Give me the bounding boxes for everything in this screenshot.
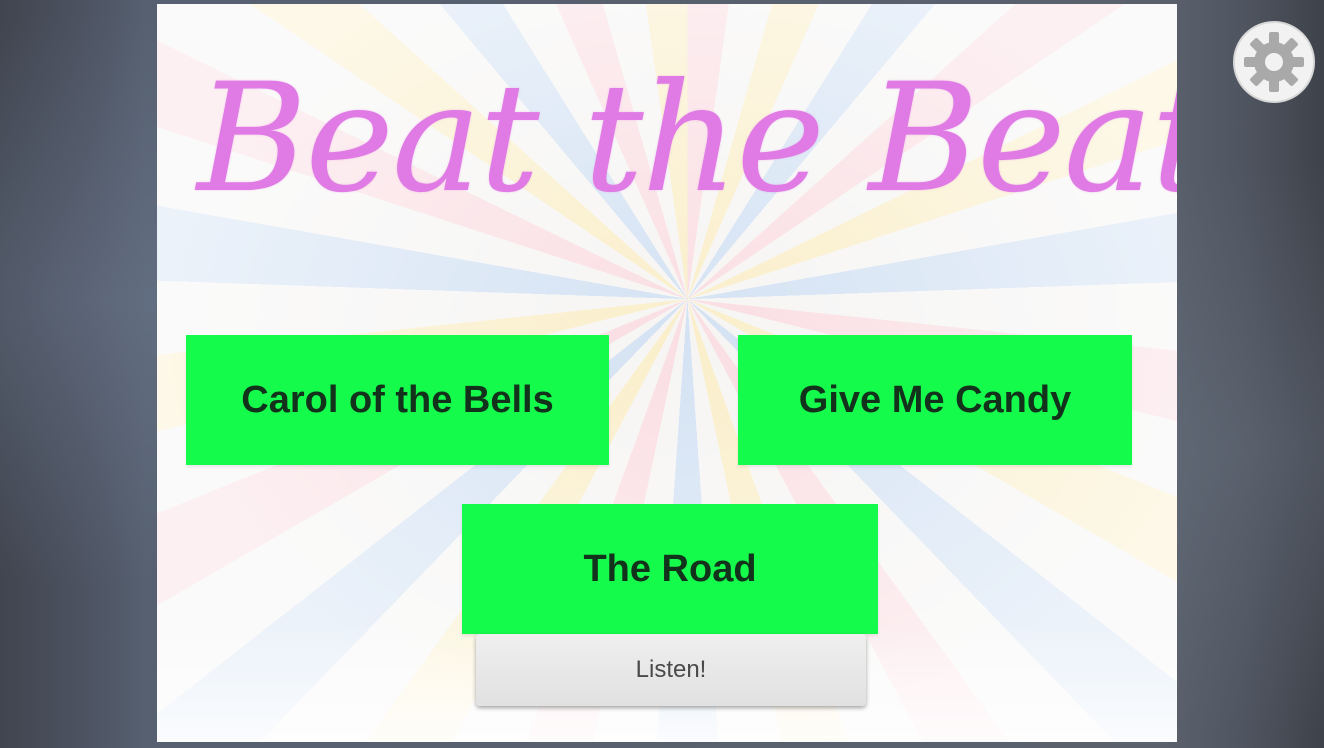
song-button-the-road[interactable]: The Road [462,504,878,634]
gear-icon [1233,21,1315,103]
game-screen: Beat the Beat Carol of the Bells Give Me… [157,4,1177,742]
device-frame: Beat the Beat Carol of the Bells Give Me… [0,0,1324,748]
settings-button[interactable] [1232,20,1316,104]
game-title: Beat the Beat [197,52,1177,226]
song-button-carol-of-the-bells[interactable]: Carol of the Bells [186,335,609,465]
song-button-give-me-candy[interactable]: Give Me Candy [738,335,1132,465]
listen-button[interactable]: Listen! [476,634,866,706]
